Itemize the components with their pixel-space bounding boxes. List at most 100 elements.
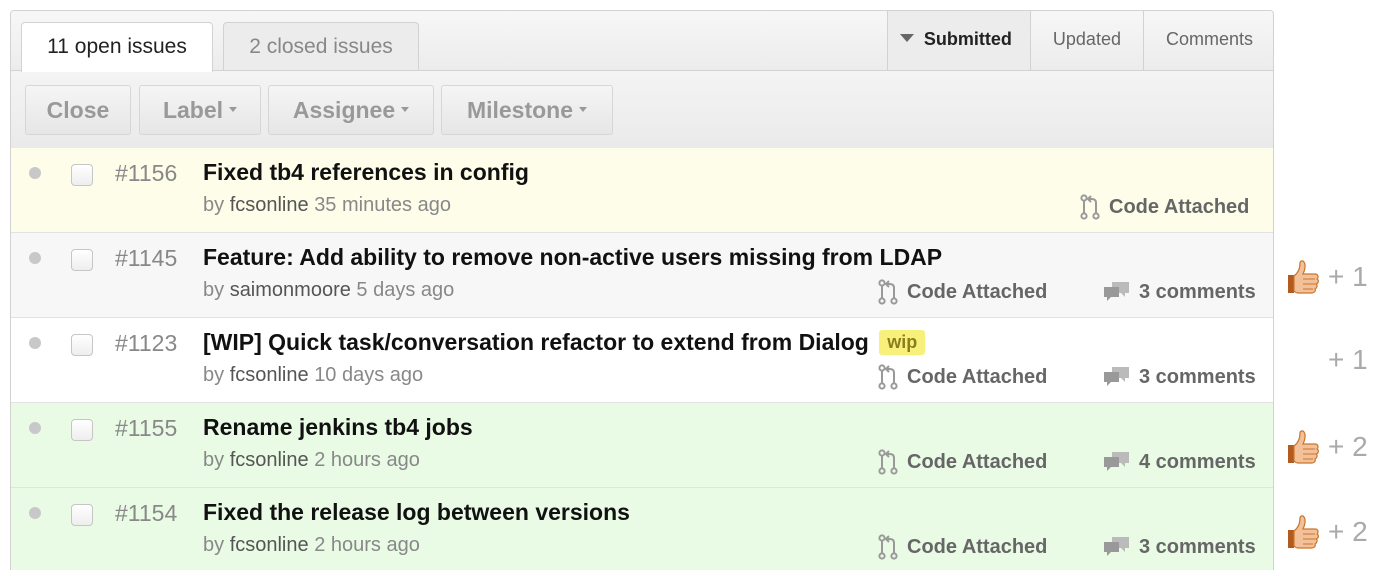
code-attached-label: Code Attached: [907, 280, 1048, 303]
issue-author[interactable]: fcsonline: [230, 194, 309, 216]
issue-time: 35 minutes ago: [314, 194, 451, 216]
milestone-button-label: Milestone: [466, 97, 574, 123]
issue-title-text: Feature: Add ability to remove non-activ…: [203, 244, 943, 270]
issue-title[interactable]: Feature: Add ability to remove non-activ…: [203, 244, 942, 271]
pull-request-icon: [878, 449, 898, 475]
issue-number: #1145: [115, 245, 178, 271]
code-attached-badge[interactable]: Code Attached: [877, 362, 1047, 392]
sort-submitted-label: Submitted: [923, 29, 1012, 49]
issue-by: by: [203, 279, 225, 301]
issue-title-text: Fixed tb4 references in config: [203, 159, 529, 185]
issue-meta: by fcsonline 35 minutes ago: [203, 194, 451, 217]
pull-request-icon: [1080, 194, 1100, 220]
issue-status-dot: [29, 252, 41, 264]
pull-request-icon: [878, 534, 898, 560]
issue-row[interactable]: #1154 Fixed the release log between versi…: [11, 488, 1273, 570]
comments-count: 3 comments: [1139, 280, 1256, 303]
issue-title-text: Fixed the release log between versions: [203, 499, 630, 525]
issue-author[interactable]: fcsonline: [230, 364, 309, 386]
comments-badge[interactable]: 4 comments: [1103, 447, 1256, 477]
issue-number: #1156: [115, 160, 178, 186]
issue-status-dot: [29, 507, 41, 519]
comments-badge[interactable]: 3 comments: [1103, 532, 1256, 562]
issue-label-wip[interactable]: wip: [879, 330, 926, 355]
issue-author[interactable]: fcsonline: [230, 534, 309, 556]
code-attached-badge[interactable]: Code Attached: [877, 277, 1047, 307]
close-button-label: Close: [46, 97, 110, 123]
comments-badge[interactable]: 3 comments: [1103, 362, 1256, 392]
issue-select-checkbox[interactable]: [71, 504, 93, 526]
issue-time: 2 hours ago: [314, 449, 420, 471]
issue-row[interactable]: #1155 Rename jenkins tb4 jobs by fcsonline…: [11, 403, 1273, 488]
label-dropdown-button[interactable]: Label: [139, 85, 261, 135]
comments-count: 3 comments: [1139, 365, 1256, 388]
code-attached-badge[interactable]: Code Attached: [1079, 192, 1249, 222]
issue-number: #1154: [115, 500, 178, 526]
vote-count: + 1: [1284, 344, 1368, 376]
sort-comments[interactable]: Comments: [1142, 11, 1273, 70]
issue-row[interactable]: #1123 [WIP] Quick task/conversation refac…: [11, 318, 1273, 403]
thumbs-up-icon: [1288, 430, 1319, 464]
comments-count: 4 comments: [1139, 450, 1256, 473]
issue-number: #1123: [115, 330, 178, 356]
issue-title[interactable]: [WIP] Quick task/conversation refactor t…: [203, 329, 926, 357]
vote-count: + 2: [1284, 514, 1368, 550]
issue-by: by: [203, 194, 225, 216]
bulk-actions-toolbar: Close Label Assignee Milestone: [11, 71, 1273, 149]
label-button-label: Label: [162, 97, 224, 123]
issue-status-dot: [29, 422, 41, 434]
issue-author[interactable]: saimonmoore: [230, 279, 351, 301]
issue-select-checkbox[interactable]: [71, 419, 93, 441]
chevron-down-icon: [229, 107, 238, 113]
issue-title[interactable]: Rename jenkins tb4 jobs: [203, 414, 473, 441]
sort-updated[interactable]: Updated: [1029, 11, 1143, 70]
issue-status-dot: [29, 337, 41, 349]
code-attached-label: Code Attached: [907, 450, 1048, 473]
code-attached-badge[interactable]: Code Attached: [877, 532, 1047, 562]
comments-badge[interactable]: 3 comments: [1103, 277, 1256, 307]
issue-meta: by fcsonline 2 hours ago: [203, 449, 420, 472]
vote-count-text: + 2: [1328, 431, 1368, 462]
comment-icon: [1104, 367, 1129, 386]
code-attached-label: Code Attached: [907, 535, 1048, 558]
tab-closed-issues[interactable]: 2 closed issues: [223, 22, 419, 70]
issues-header: 11 open issues 2 closed issues Submitted…: [11, 11, 1273, 72]
issue-select-checkbox[interactable]: [71, 249, 93, 271]
assignee-dropdown-button[interactable]: Assignee: [268, 85, 434, 135]
milestone-dropdown-button[interactable]: Milestone: [441, 85, 613, 135]
thumbs-up-icon: [1288, 515, 1319, 549]
code-attached-label: Code Attached: [1109, 195, 1250, 218]
issue-title[interactable]: Fixed tb4 references in config: [203, 159, 529, 186]
issue-by: by: [203, 364, 225, 386]
chevron-down-icon: [579, 107, 588, 113]
issue-title-text: Rename jenkins tb4 jobs: [203, 414, 473, 440]
issue-status-dot: [29, 167, 41, 179]
issue-title[interactable]: Fixed the release log between versions: [203, 499, 630, 526]
issue-by: by: [203, 449, 225, 471]
sort-submitted[interactable]: Submitted: [886, 11, 1030, 70]
issue-select-checkbox[interactable]: [71, 334, 93, 356]
issue-row[interactable]: #1156 Fixed tb4 references in config by fc…: [11, 148, 1273, 233]
caret-down-icon: [899, 34, 914, 43]
pull-request-icon: [878, 279, 898, 305]
assignee-button-label: Assignee: [292, 97, 396, 123]
issue-row[interactable]: #1145 Feature: Add ability to remove non-…: [11, 233, 1273, 318]
issue-select-checkbox[interactable]: [71, 164, 93, 186]
tab-open-issues[interactable]: 11 open issues: [21, 22, 213, 72]
issue-author[interactable]: fcsonline: [230, 449, 309, 471]
issue-time: 2 hours ago: [314, 534, 420, 556]
vote-count: + 2: [1284, 429, 1368, 465]
comment-icon: [1104, 537, 1129, 556]
chevron-down-icon: [401, 107, 410, 113]
issues-panel: 11 open issues 2 closed issues Submitted…: [10, 10, 1274, 570]
issue-title-text: [WIP] Quick task/conversation refactor t…: [203, 329, 869, 355]
vote-count-text: + 1: [1328, 344, 1368, 375]
pull-request-icon: [878, 364, 898, 390]
code-attached-badge[interactable]: Code Attached: [877, 447, 1047, 477]
close-button[interactable]: Close: [25, 85, 131, 135]
vote-count-text: + 1: [1328, 261, 1368, 292]
sort-options: Submitted Updated Comments: [886, 11, 1273, 70]
issue-meta: by saimonmoore 5 days ago: [203, 279, 454, 302]
vote-count-text: + 2: [1328, 516, 1368, 547]
code-attached-label: Code Attached: [907, 365, 1048, 388]
